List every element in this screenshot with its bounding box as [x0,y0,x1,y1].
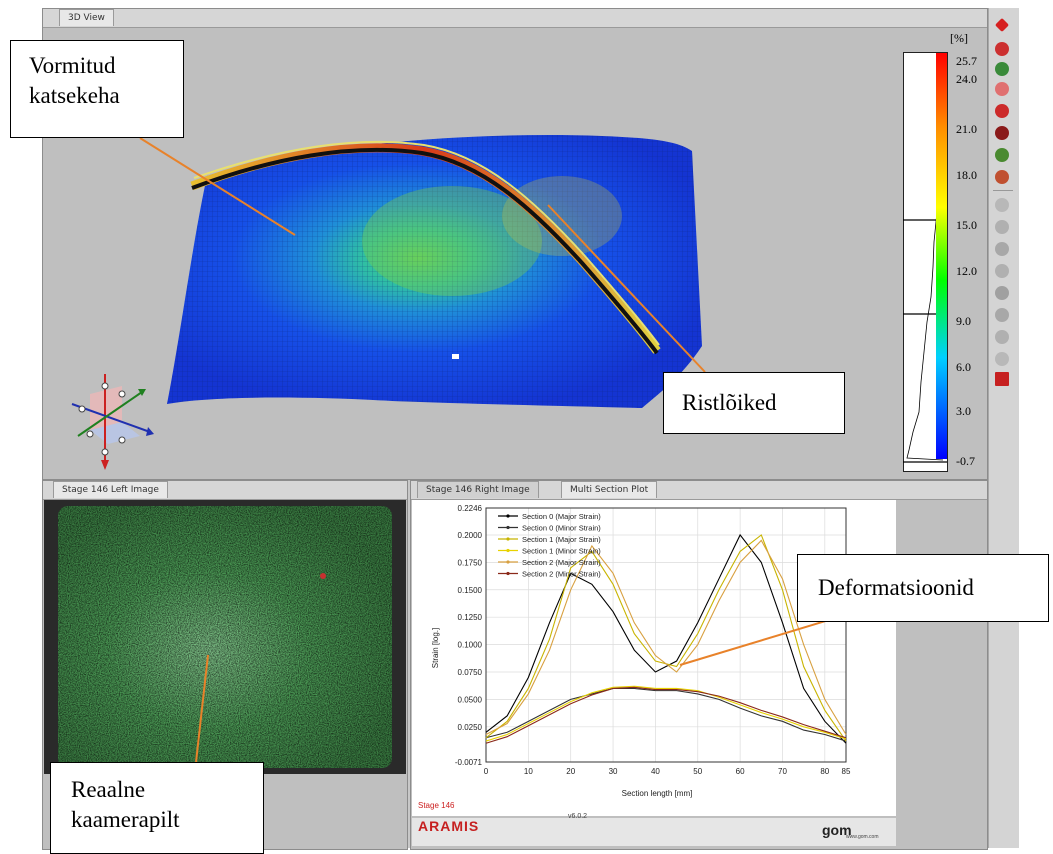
callout-specimen-line1: Vormitud [29,53,116,78]
green-sphere-icon[interactable] [995,148,1009,162]
colorbar-tick: 25.7 [956,54,977,68]
sphere-point-icon[interactable] [995,62,1009,76]
coordinate-axes-icon[interactable] [60,364,160,474]
callout-specimen: Vormitud katsekeha [10,40,184,138]
colorbar-tick: 12.0 [956,264,977,278]
toolbar-divider [993,190,1013,191]
legend-marker [506,560,510,564]
legend-marker [506,571,510,576]
colorbar-tick: 21.0 [956,122,977,136]
x-axis-label: Section length [mm] [622,789,693,798]
tabstrip-left-image: Stage 146 Left Image [43,481,407,500]
x-tick-label: 20 [566,767,575,776]
gray-tool-icon[interactable] [995,242,1009,256]
y-tick-label: 0.0750 [458,668,483,677]
legend-entry: Section 2 (Minor Strain) [522,570,601,579]
x-tick-label: 50 [693,767,702,776]
callout-sections: Ristlõiked [663,372,845,434]
tab-left-image[interactable]: Stage 146 Left Image [53,481,168,498]
x-tick-label: 30 [609,767,618,776]
callout-specimen-line2: katsekeha [29,83,120,108]
curve-icon[interactable] [995,82,1009,96]
camera-image[interactable] [44,500,406,774]
legend-marker [506,514,510,518]
y-tick-label: 0.1750 [458,558,483,567]
callout-deformations: Deformatsioonid [797,554,1049,622]
colorbar-tick: 15.0 [956,218,977,232]
legend-marker [506,525,510,530]
specimen-marker [452,354,459,359]
y-tick-label: 0.0500 [458,695,483,704]
brand-aramis: ARAMIS [418,818,480,834]
x-tick-label: 10 [524,767,533,776]
gray-tool-icon[interactable] [995,198,1009,212]
gray-tool-icon[interactable] [995,220,1009,234]
x-tick-label: 70 [778,767,787,776]
colorbar-tick: -0.7 [956,454,975,468]
x-tick-label: 40 [651,767,660,776]
camera-marker [320,573,326,579]
y-tick-label: 0.1250 [458,613,483,622]
tabstrip-plot: Stage 146 Right Image Multi Section Plot [411,481,987,500]
tab-multi-section[interactable]: Multi Section Plot [561,481,658,498]
brand-gom-url: www.gom.com [846,834,879,840]
y-tick-label: 0.1000 [458,641,483,650]
red-point-icon[interactable] [995,104,1009,118]
legend-marker [506,548,510,553]
gray-tool-icon[interactable] [995,330,1009,344]
series-line-1 [485,687,847,742]
callout-sections-text: Ristlõiked [682,390,777,415]
legend-entry: Section 2 (Major Strain) [522,558,601,567]
tab-right-image[interactable]: Stage 146 Right Image [417,481,539,498]
legend-entry: Section 1 (Minor Strain) [522,547,601,556]
stage-label: Stage 146 [418,801,455,810]
chart-legend: Section 0 (Major Strain) Section 0 (Minor… [498,512,601,579]
y-tick-label: 0.2000 [458,531,483,540]
x-tick-label: 80 [820,767,829,776]
colorbar-tick: 9.0 [956,314,971,328]
legend-entry: Section 0 (Minor Strain) [522,524,601,533]
gray-tool-icon[interactable] [995,286,1009,300]
y-tick-label: 0.2246 [458,504,483,513]
right-toolbar [988,8,1019,848]
callout-camera-line1: Reaalne [71,777,146,802]
y-tick-label: 0.1500 [458,586,483,595]
chart-axes: 0 10 20 30 40 50 60 70 80 85 0.2246 0.2000 0.1750 0.1… [455,504,851,776]
gray-tool-icon[interactable] [995,264,1009,278]
legend-marker [506,537,510,541]
colorbar-tick: 24.0 [956,72,977,86]
callout-deformations-text: Deformatsioonid [818,575,974,600]
gray-tool-icon[interactable] [995,352,1009,366]
x-tick-label: 60 [736,767,745,776]
colorbar-tick: 18.0 [956,168,977,182]
red-sphere-icon[interactable] [995,42,1009,56]
bowl-icon[interactable] [995,170,1009,184]
callout-camera-line2: kaamerapilt [71,807,180,832]
x-tick-label: 85 [842,767,851,776]
colorbar-tick: 3.0 [956,404,971,418]
y-tick-label: 0.0250 [458,723,483,732]
colorbar-gradient [936,53,947,459]
multi-section-chart[interactable]: 0 10 20 30 40 50 60 70 80 85 0.2246 0.2000 0.1750 0.1… [412,500,896,816]
colorbar-ticks: 25.7 24.0 21.0 18.0 15.0 12.0 9.0 6.0 3.… [956,54,977,468]
red-square-icon[interactable] [995,372,1009,386]
gray-tool-icon[interactable] [995,308,1009,322]
legend-entry: Section 0 (Major Strain) [522,512,601,521]
y-axis-label: Strain [log.] [431,628,440,668]
sphere-icon[interactable] [995,126,1009,140]
x-tick-label: 0 [484,767,489,776]
callout-camera: Reaalne kaamerapilt [50,762,264,854]
brand-version: v6.0.2 [568,813,588,820]
red-diamond-icon[interactable] [994,17,1010,33]
tab-3d-view[interactable]: 3D View [59,9,114,26]
y-tick-label: -0.0071 [455,758,483,767]
series-line-3 [485,685,847,742]
legend-entry: Section 1 (Major Strain) [522,535,601,544]
colorbar-tick: 6.0 [956,360,971,374]
